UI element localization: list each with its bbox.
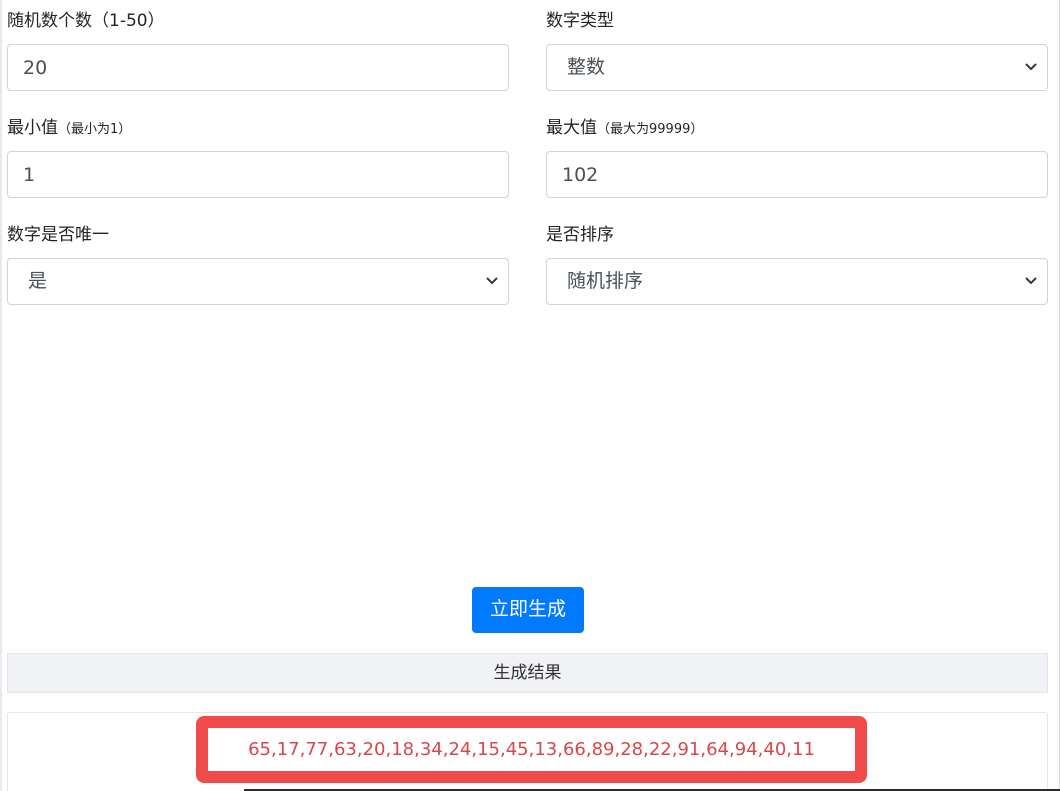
min-hint: （最小为1） [58, 122, 132, 137]
result-highlight: 65,17,77,63,20,18,34,24,15,45,13,66,89,2… [196, 716, 867, 783]
unique-label: 数字是否唯一 [7, 225, 109, 245]
type-label: 数字类型 [546, 11, 614, 31]
window-left-edge [0, 0, 2, 791]
random-number-generator-page: 随机数个数（1-50） 数字类型 整数 最小值（最小为1） 最大值（最大为999… [0, 0, 1060, 791]
max-hint: （最大为99999） [597, 122, 704, 137]
sort-field-group: 是否排序 随机排序 [546, 222, 1048, 305]
chevron-down-icon [486, 277, 498, 284]
generate-button[interactable]: 立即生成 [472, 587, 584, 633]
max-field-group: 最大值（最大为99999） [546, 115, 1048, 198]
sort-select[interactable]: 随机排序 [546, 258, 1048, 305]
chevron-down-icon [1025, 277, 1037, 284]
min-field-group: 最小值（最小为1） [7, 115, 509, 198]
min-input[interactable] [7, 151, 509, 198]
unique-field-group: 数字是否唯一 是 [7, 222, 509, 305]
chevron-down-icon [1025, 63, 1037, 70]
max-label: 最大值（最大为99999） [546, 118, 704, 138]
sort-select-value: 随机排序 [567, 270, 644, 292]
result-header: 生成结果 [7, 653, 1048, 693]
unique-select[interactable]: 是 [7, 258, 509, 305]
result-numbers[interactable]: 65,17,77,63,20,18,34,24,15,45,13,66,89,2… [208, 728, 855, 771]
type-select-value: 整数 [567, 56, 606, 78]
unique-select-value: 是 [28, 270, 48, 292]
sort-label: 是否排序 [546, 225, 614, 245]
count-label: 随机数个数（1-50） [7, 11, 165, 31]
min-label: 最小值（最小为1） [7, 118, 132, 138]
count-input[interactable] [7, 44, 509, 91]
type-select[interactable]: 整数 [546, 44, 1048, 91]
max-input[interactable] [546, 151, 1048, 198]
count-field-group: 随机数个数（1-50） [7, 8, 509, 91]
type-field-group: 数字类型 整数 [546, 8, 1048, 91]
